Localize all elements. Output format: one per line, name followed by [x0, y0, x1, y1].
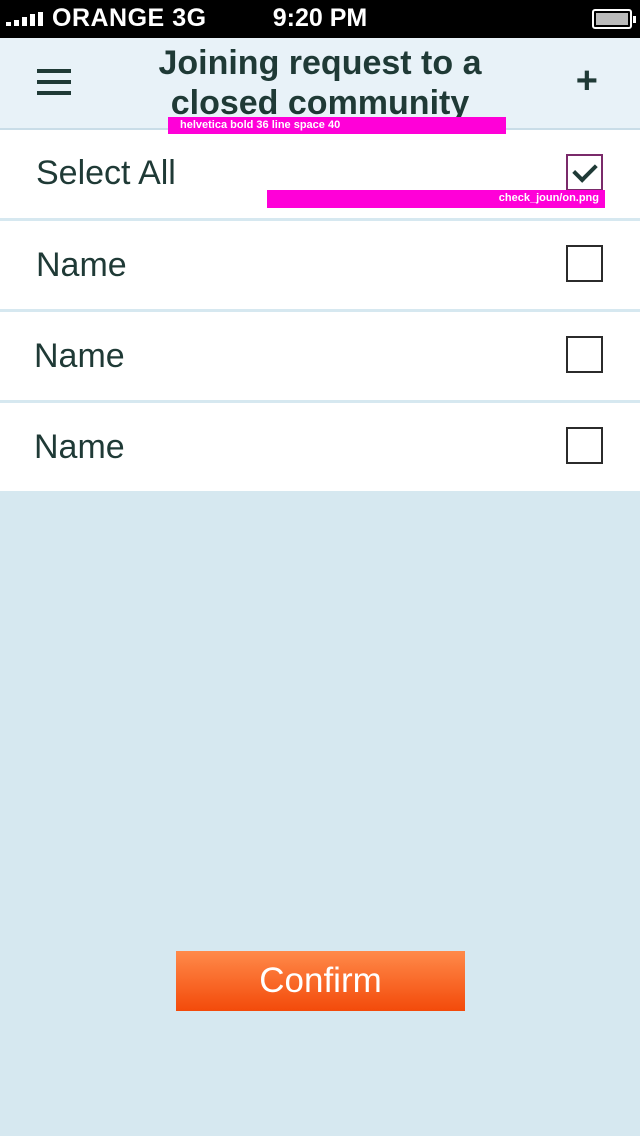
status-time: 9:20 PM	[272, 4, 368, 32]
select-all-label: Select All	[36, 154, 176, 192]
list-item[interactable]: Name	[0, 403, 640, 494]
list-item-label: Name	[36, 246, 127, 284]
list-item-label: Name	[34, 337, 125, 375]
status-bar: ORANGE 3G 9:20 PM	[0, 0, 640, 38]
list-item-checkbox[interactable]	[566, 336, 603, 373]
plus-icon[interactable]: +	[576, 62, 598, 100]
list-item-label: Name	[34, 428, 125, 466]
list-item-checkbox[interactable]	[566, 427, 603, 464]
page-title: Joining request to a closed community	[158, 44, 482, 122]
annotation-checkbox-asset: check_joun/on.png	[267, 190, 605, 208]
battery-icon	[592, 9, 636, 29]
hamburger-icon[interactable]	[37, 69, 71, 95]
select-all-checkbox[interactable]	[566, 154, 603, 191]
list-item[interactable]: Name	[0, 221, 640, 312]
list-item[interactable]: Name	[0, 312, 640, 403]
confirm-button[interactable]: Confirm	[176, 951, 465, 1011]
list-item-checkbox[interactable]	[566, 245, 603, 282]
annotation-title-font: helvetica bold 36 line space 40	[168, 117, 506, 134]
member-list: Select All Name Name Name	[0, 130, 640, 494]
